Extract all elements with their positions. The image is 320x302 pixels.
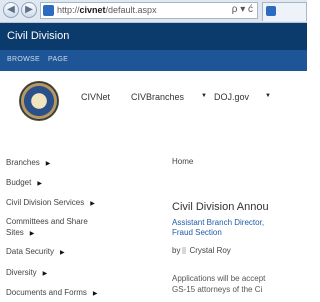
url-prefix: http:// [57,5,80,15]
sidebar-item-label: Documents and Forms [6,288,87,297]
expand-arrow-icon[interactable]: ▶ [43,271,48,277]
sidebar-item-label: Budget [6,178,32,187]
browser-tab[interactable] [262,2,307,21]
expand-arrow-icon[interactable]: ▶ [90,201,95,207]
browser-toolbar: ◀ ▶ http://civnet/default.aspx ρ ▾ ć [0,0,307,23]
announcement-link[interactable]: Assistant Branch Director, Fraud Section [172,218,264,238]
tab-favicon-icon [266,6,276,16]
topnav-dojgov[interactable]: DOJ.gov [214,92,249,102]
breadcrumb[interactable]: Home [172,157,193,166]
ribbon-bar: BROWSE PAGE [0,50,307,71]
sidebar-item-documents-forms[interactable]: Documents and Forms ▶ [6,287,98,300]
expand-arrow-icon[interactable]: ▶ [46,161,51,167]
sidebar-item-label: Diversity [6,268,37,277]
announcement-link-line: Fraud Section [172,228,222,237]
doj-seal-logo[interactable] [19,81,59,121]
search-refresh-icons[interactable]: ρ ▾ ć [232,4,253,15]
expand-arrow-icon[interactable]: ▶ [30,231,35,237]
sidebar-item-diversity[interactable]: Diversity ▶ [6,267,47,280]
expand-arrow-icon[interactable]: ▶ [60,250,65,256]
suite-bar: Civil Division [0,23,307,50]
sidebar-item-label: Data Security [6,247,55,256]
topnav-civnet[interactable]: CIVNet [81,92,110,102]
site-title[interactable]: Civil Division [7,30,69,42]
dropdown-caret-icon[interactable]: ▼ [265,93,271,99]
announcement-title: Civil Division Annou [172,201,269,213]
presence-indicator-icon [182,247,187,254]
announcement-byline: by Crystal Roy [172,246,231,255]
byline-prefix: by [172,246,181,255]
expand-arrow-icon[interactable]: ▶ [93,291,98,297]
author-name[interactable]: Crystal Roy [189,246,230,255]
url-host: civnet [79,5,106,15]
announcement-body-line: Applications will be accept [172,274,266,283]
tab-browse[interactable]: BROWSE [7,56,40,63]
sidebar-item-branches[interactable]: Branches ▶ [6,157,50,170]
back-arrow-icon[interactable]: ◀ [3,2,19,18]
sidebar-item-label: Civil Division Services [6,198,85,207]
expand-arrow-icon[interactable]: ▶ [37,181,42,187]
announcement-body-line: GS-15 attorneys of the Ci [172,285,263,294]
topnav-civbranches[interactable]: CIVBranches [131,92,184,102]
url-text[interactable]: http://civnet/default.aspx [57,5,157,15]
sidebar-item-budget[interactable]: Budget ▶ [6,177,42,190]
sidebar-item-civil-division-services[interactable]: Civil Division Services ▶ [6,197,95,210]
sidebar-item-committees[interactable]: Committees and Share Sites ▶ [6,216,88,240]
announcement-body: Applications will be accept GS-15 attorn… [172,273,265,295]
url-path: /default.aspx [105,5,157,15]
sidebar-item-data-security[interactable]: Data Security ▶ [6,246,65,259]
forward-arrow-icon[interactable]: ▶ [21,2,37,18]
site-favicon-icon [43,5,54,16]
tab-page[interactable]: PAGE [48,56,68,63]
sidebar-item-label: Committees and Share Sites [6,217,88,237]
sidebar-item-label: Branches [6,158,40,167]
dropdown-caret-icon[interactable]: ▼ [201,93,207,99]
address-bar[interactable]: http://civnet/default.aspx ρ ▾ ć [40,2,258,19]
announcement-link-line: Assistant Branch Director, [172,218,265,227]
